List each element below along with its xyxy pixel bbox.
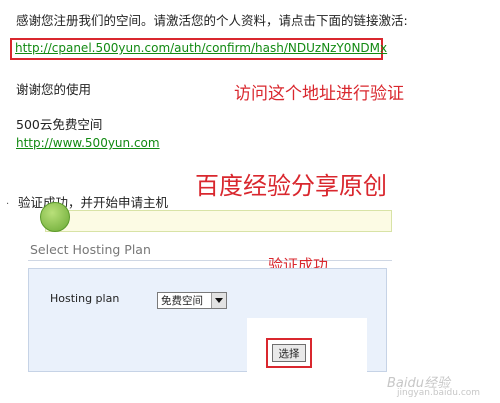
annotation-baidu-original: 百度经验分享原创 bbox=[195, 172, 387, 200]
chevron-down-icon[interactable] bbox=[211, 293, 226, 308]
select-submit-button[interactable]: 选择 bbox=[272, 344, 306, 362]
hosting-plan-select-value: 免费空间 bbox=[161, 295, 203, 307]
email-intro-text: 感谢您注册我们的空间。请激活您的个人资料，请点击下面的链接激活: bbox=[16, 13, 408, 28]
success-banner bbox=[45, 210, 392, 232]
brand-text: 500云免费空间 bbox=[16, 117, 103, 132]
step-description: 验证成功，并开始申请主机 bbox=[18, 195, 169, 210]
annotation-visit-address: 访问这个地址进行验证 bbox=[234, 84, 404, 104]
bullet-dot-icon: · bbox=[6, 199, 10, 210]
select-hosting-plan-title: Select Hosting Plan bbox=[30, 242, 151, 257]
hosting-plan-select[interactable]: 免费空间 bbox=[157, 292, 227, 309]
confirm-link[interactable]: http://cpanel.500yun.com/auth/confirm/ha… bbox=[15, 41, 387, 55]
site-link[interactable]: http://www.500yun.com bbox=[16, 136, 160, 150]
thanks-text: 谢谢您的使用 bbox=[16, 82, 92, 97]
hosting-plan-label: Hosting plan bbox=[50, 292, 120, 305]
baidu-watermark-url: jingyan.baidu.com bbox=[397, 388, 481, 398]
success-circle-icon bbox=[40, 202, 70, 232]
section-divider bbox=[28, 260, 392, 261]
